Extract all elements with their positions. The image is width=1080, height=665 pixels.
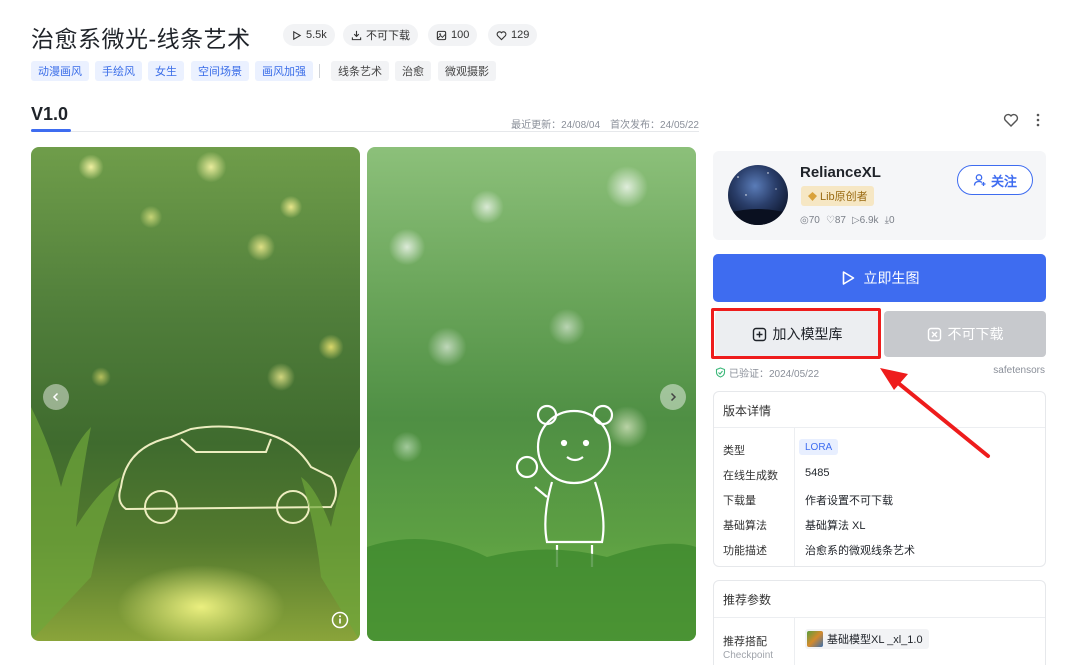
- detail-key: 基础算法: [723, 520, 767, 532]
- detail-row-downloads: 下载量 作者设置不可下载: [714, 486, 1045, 511]
- more-vertical-icon[interactable]: [1033, 112, 1043, 128]
- detail-value: 治愈系的微观线条艺术: [805, 545, 915, 557]
- author-runs-value: 6.9k: [859, 215, 879, 226]
- favorite-heart-icon[interactable]: [1003, 112, 1019, 128]
- detail-key: 在线生成数: [723, 470, 778, 482]
- details-title: 版本详情: [723, 404, 772, 418]
- runs-stat: 5.5k: [283, 24, 335, 46]
- params-header-divider: [714, 617, 1045, 618]
- published-date: 首次发布：24/05/22: [610, 120, 699, 131]
- generate-label: 立即生图: [863, 270, 920, 286]
- creator-badge-label: Lib原创者: [820, 191, 868, 203]
- author-runs-stat: ▷6.9k: [851, 215, 879, 226]
- download-icon: [351, 30, 362, 40]
- tag-healing[interactable]: 治愈: [395, 61, 431, 81]
- tag-hand-drawn[interactable]: 手绘风: [95, 61, 142, 81]
- checkpoint-label: Checkpoint: [723, 650, 774, 661]
- chevron-left-icon: [52, 392, 59, 402]
- tag-style-enhance[interactable]: 画风加强: [255, 61, 313, 81]
- detail-value: 基础算法 XL: [805, 520, 866, 532]
- runs-value: 5.5k: [306, 29, 327, 41]
- detail-value: 5485: [805, 467, 830, 479]
- followers-stat: ◎70: [800, 215, 820, 226]
- type-badge: LORA: [799, 439, 839, 455]
- recommended-pairing-label: 推荐搭配: [723, 636, 767, 648]
- verified-label: 已验证：2024/05/22: [729, 369, 820, 380]
- detail-key: 功能描述: [723, 545, 767, 557]
- tag-divider: [319, 64, 320, 78]
- followers-value: 70: [808, 215, 820, 226]
- image-icon: [436, 30, 447, 40]
- follow-button[interactable]: 关注: [957, 165, 1033, 195]
- likes-stat: 129: [488, 24, 538, 46]
- recommended-model-link[interactable]: 基础模型XL _xl_1.0: [805, 629, 929, 649]
- play-icon: [293, 30, 302, 40]
- verified-status: 已验证：2024/05/22: [715, 365, 819, 380]
- params-column-divider: [794, 618, 795, 665]
- chevron-right-icon: [670, 392, 677, 402]
- generate-button[interactable]: 立即生图: [713, 254, 1046, 302]
- author-likes-stat: ♡87: [825, 215, 846, 226]
- detail-key: 类型: [723, 445, 745, 457]
- annotation-arrow: [880, 368, 990, 458]
- detail-row-description: 功能描述 治愈系的微观线条艺术: [714, 536, 1045, 561]
- images-stat: 100: [428, 24, 478, 46]
- highlight-annotation: [711, 308, 881, 359]
- images-value: 100: [451, 29, 470, 41]
- avatar-image: [728, 172, 788, 225]
- recommended-model-name: 基础模型XL _xl_1.0: [827, 634, 923, 646]
- diamond-icon: [808, 191, 817, 201]
- preview-image-bear[interactable]: [367, 147, 696, 641]
- no-download-label: 不可下载: [947, 326, 1004, 342]
- car-line-art: [31, 407, 360, 641]
- page-title: 治愈系微光-线条艺术: [31, 26, 251, 52]
- author-stats: ◎70 ♡87 ▷6.9k ⤓0: [800, 215, 895, 226]
- tag-line-art[interactable]: 线条艺术: [331, 61, 389, 81]
- creator-badge: Lib原创者: [801, 186, 874, 206]
- version-tab[interactable]: V1.0: [31, 104, 68, 125]
- recommended-params-card: 推荐参数 推荐搭配 Checkpoint 基础模型XL _xl_1.0: [713, 580, 1046, 665]
- download-status: 不可下载: [366, 30, 410, 42]
- bear-line-art: [367, 404, 696, 641]
- author-likes-value: 87: [834, 215, 846, 226]
- detail-row-base-algorithm: 基础算法 基础算法 XL: [714, 511, 1045, 536]
- tag-micro-photo[interactable]: 微观摄影: [438, 61, 496, 81]
- tag-anime[interactable]: 动漫画风: [31, 61, 89, 81]
- play-icon: [842, 271, 854, 285]
- file-format: safetensors: [993, 365, 1045, 376]
- tag-space-scene[interactable]: 空间场景: [191, 61, 249, 81]
- likes-value: 129: [511, 29, 530, 41]
- detail-value: 作者设置不可下载: [805, 495, 893, 507]
- next-image-button[interactable]: [660, 384, 686, 410]
- detail-key: 下载量: [723, 495, 756, 507]
- author-downloads-stat: ⤓0: [884, 215, 895, 226]
- preview-image-car[interactable]: [31, 147, 360, 641]
- version-tab-indicator: [31, 129, 71, 132]
- shield-check-icon: [715, 367, 726, 378]
- close-square-icon: [927, 327, 941, 341]
- author-card: RelianceXL Lib原创者 ◎70 ♡87 ▷6.9k ⤓0 关注: [713, 151, 1046, 240]
- version-divider: [31, 131, 699, 132]
- user-add-icon: [973, 174, 986, 186]
- author-downloads-value: 0: [888, 215, 895, 226]
- follow-label: 关注: [990, 173, 1017, 189]
- params-title: 推荐参数: [723, 593, 772, 607]
- info-icon[interactable]: [331, 611, 349, 629]
- download-button-disabled[interactable]: 不可下载: [884, 311, 1046, 357]
- prev-image-button[interactable]: [43, 384, 69, 410]
- tag-girl[interactable]: 女生: [148, 61, 184, 81]
- author-name[interactable]: RelianceXL: [800, 164, 881, 181]
- updated-date: 最近更新：24/08/04: [511, 120, 601, 131]
- heart-outline-icon: [496, 30, 507, 40]
- model-thumbnail: [807, 631, 823, 647]
- download-stat: 不可下载: [343, 24, 418, 46]
- version-dates: 最近更新：24/08/04 首次发布：24/05/22: [511, 116, 699, 131]
- avatar[interactable]: [728, 165, 788, 225]
